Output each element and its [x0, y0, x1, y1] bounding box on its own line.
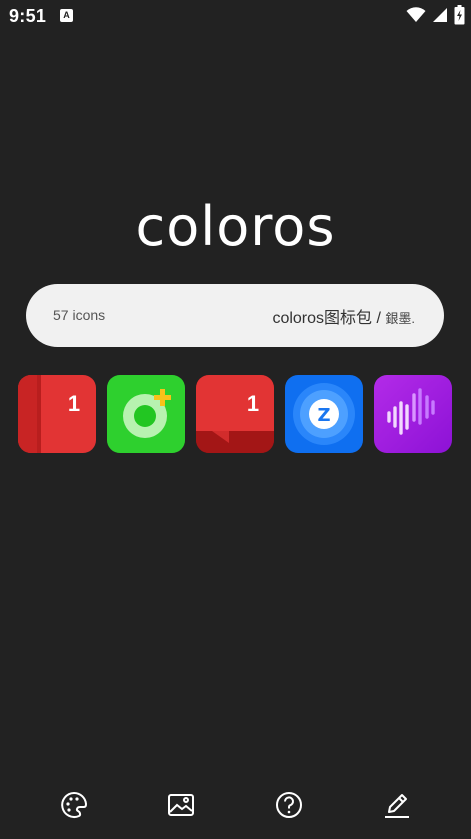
logo-text: coloros — [135, 195, 336, 258]
phone-dialer-app-icon[interactable] — [107, 375, 185, 453]
help-icon[interactable] — [274, 790, 304, 820]
edit-icon[interactable] — [382, 790, 412, 820]
preview-icons-row: 1 1 Z — [18, 375, 454, 453]
z-glyph: Z — [317, 405, 330, 426]
status-time: 9:51 — [9, 6, 47, 26]
calendar-badge: 1 — [68, 391, 80, 416]
pack-title: coloros图标包 / 銀墨. — [272, 304, 415, 328]
pack-author: 銀墨. — [385, 311, 415, 326]
signal-icon — [433, 8, 447, 22]
status-bar: 9:51 A — [0, 0, 471, 32]
status-icons — [406, 5, 465, 25]
battery-charging-icon — [454, 5, 465, 25]
sound-recorder-app-icon[interactable] — [374, 375, 452, 453]
theme-palette-icon[interactable] — [59, 790, 89, 820]
calendar-app-icon[interactable]: 1 — [18, 375, 96, 453]
messages-app-icon[interactable]: 1 — [196, 375, 274, 453]
notification-badge-icon: A — [60, 9, 73, 22]
icon-pack-info-pill[interactable]: 57 icons coloros图标包 / 銀墨. — [26, 284, 444, 347]
icon-count-label: 57 icons — [53, 307, 106, 323]
bottom-navigation — [0, 790, 471, 830]
messages-badge: 1 — [247, 391, 259, 416]
wifi-icon — [406, 7, 426, 22]
wallpaper-icon[interactable] — [166, 790, 196, 820]
z-app-icon[interactable]: Z — [285, 375, 363, 453]
app-screen: 9:51 A coloros 57 icons coloros图标包 / 銀墨. — [0, 0, 471, 839]
pack-separator: / — [372, 310, 386, 327]
coloros-logo: coloros — [0, 195, 471, 258]
pack-name: coloros图标包 — [272, 310, 373, 327]
